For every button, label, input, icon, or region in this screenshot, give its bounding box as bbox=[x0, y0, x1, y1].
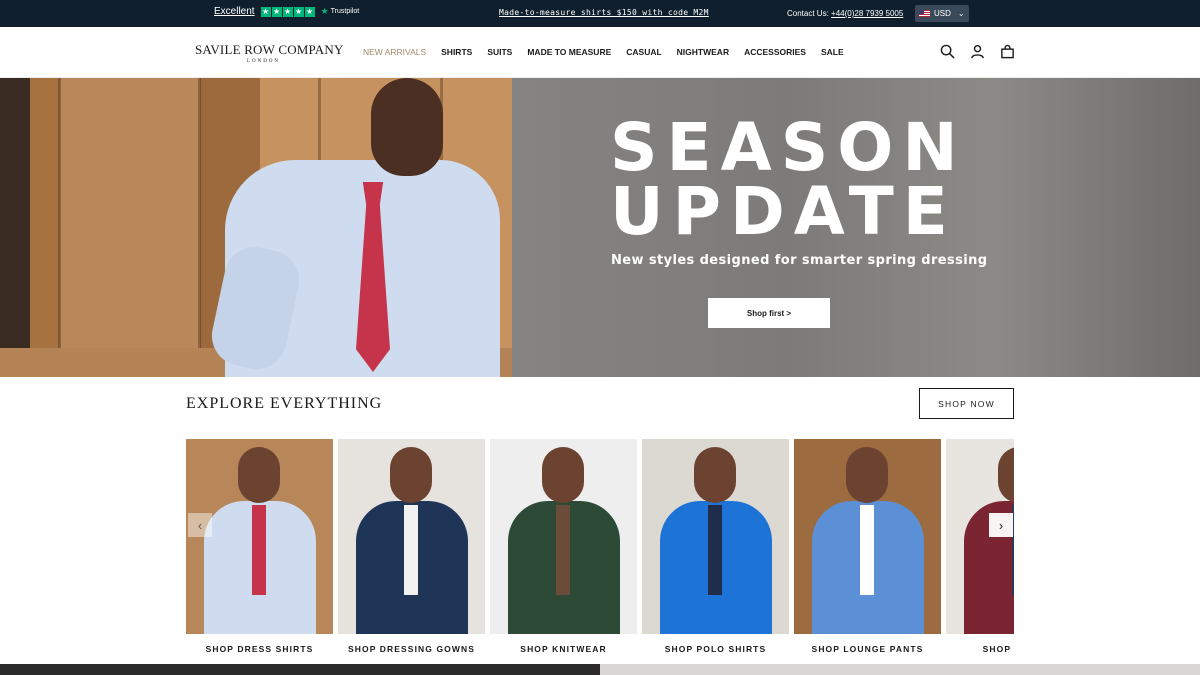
model-detail bbox=[860, 505, 874, 595]
category-label[interactable]: SHOP LOUNGE PANTS bbox=[794, 644, 941, 654]
category-label[interactable]: SHOP KNITWEAR bbox=[490, 644, 637, 654]
chevron-left-icon: ‹ bbox=[197, 517, 203, 533]
hero-model-head bbox=[371, 78, 443, 176]
hero-subtitle: New styles designed for smarter spring d… bbox=[611, 253, 988, 268]
trustpilot-star-icon: ★ bbox=[320, 6, 329, 16]
model-detail bbox=[404, 505, 418, 595]
account-icon[interactable] bbox=[970, 44, 985, 59]
model-head bbox=[694, 447, 736, 503]
nav-item-sale[interactable]: SALE bbox=[821, 47, 844, 57]
promo-link[interactable]: Made-to-measure shirts $150 with code M2… bbox=[499, 8, 709, 17]
star-icon: ★ bbox=[293, 6, 304, 17]
top-bar: Excellent ★ ★ ★ ★ ★ ★ Trustpilot Made-to-… bbox=[0, 0, 1200, 27]
model-head bbox=[846, 447, 888, 503]
category-card-casual[interactable]: SHOP CASUAL bbox=[946, 439, 1014, 654]
category-card-dress-shirts[interactable]: SHOP DRESS SHIRTS bbox=[186, 439, 333, 654]
category-image[interactable] bbox=[338, 439, 485, 634]
star-icon: ★ bbox=[260, 6, 271, 17]
trustpilot-stars: ★ ★ ★ ★ ★ bbox=[260, 6, 315, 17]
hero-photo bbox=[0, 78, 512, 377]
hero-cta-button[interactable]: Shop first > bbox=[708, 298, 830, 328]
header-icons bbox=[940, 44, 1015, 59]
nav-item-casual[interactable]: CASUAL bbox=[626, 47, 661, 57]
nav-item-new-arrivals[interactable]: NEW ARRIVALS bbox=[363, 47, 426, 57]
nav-item-accessories[interactable]: ACCESSORIES bbox=[744, 47, 806, 57]
currency-selector[interactable]: USD ⌄ bbox=[915, 5, 969, 22]
bag-icon[interactable] bbox=[1000, 44, 1015, 59]
trustpilot-logo: ★ Trustpilot bbox=[320, 6, 360, 16]
site-logo[interactable]: SAVILE ROW COMPANY LONDON bbox=[195, 42, 344, 64]
star-icon: ★ bbox=[271, 6, 282, 17]
hero-title-line1: SEASON bbox=[610, 109, 967, 186]
chevron-right-icon: › bbox=[998, 517, 1004, 533]
logo-wordmark: SAVILE ROW COMPANY bbox=[195, 42, 344, 57]
category-image[interactable] bbox=[794, 439, 941, 634]
chevron-down-icon: ⌄ bbox=[957, 9, 965, 18]
nav-item-nightwear[interactable]: NIGHTWEAR bbox=[677, 47, 729, 57]
section-title: EXPLORE EVERYTHING bbox=[186, 395, 383, 412]
model-detail bbox=[556, 505, 570, 595]
site-header: SAVILE ROW COMPANY LONDON NEW ARRIVALS S… bbox=[0, 27, 1200, 78]
nav-item-suits[interactable]: SUITS bbox=[487, 47, 512, 57]
category-card-lounge-pants[interactable]: SHOP LOUNGE PANTS bbox=[794, 439, 941, 654]
hero-banner[interactable]: SEASON UPDATE New styles designed for sm… bbox=[0, 78, 1200, 377]
contact-label: Contact Us: bbox=[787, 9, 829, 18]
category-image[interactable] bbox=[642, 439, 789, 634]
currency-value: USD bbox=[934, 9, 951, 18]
model-detail bbox=[252, 505, 266, 595]
logo-subtitle: LONDON bbox=[246, 59, 281, 64]
model-head bbox=[238, 447, 280, 503]
category-card-dressing-gowns[interactable]: SHOP DRESSING GOWNS bbox=[338, 439, 485, 654]
contact-phone-link[interactable]: +44(0)28 7939 5005 bbox=[831, 9, 903, 18]
model-head bbox=[542, 447, 584, 503]
trustpilot-widget[interactable]: Excellent ★ ★ ★ ★ ★ ★ Trustpilot bbox=[214, 6, 359, 17]
category-image[interactable] bbox=[490, 439, 637, 634]
model-head bbox=[998, 447, 1014, 503]
model-detail bbox=[708, 505, 722, 595]
star-icon: ★ bbox=[304, 6, 315, 17]
shop-now-button[interactable]: SHOP NOW bbox=[919, 388, 1014, 419]
search-icon[interactable] bbox=[940, 44, 955, 59]
main-nav: NEW ARRIVALS SHIRTS SUITS MADE TO MEASUR… bbox=[363, 47, 844, 57]
contact-info: Contact Us: +44(0)28 7939 5005 bbox=[787, 9, 903, 18]
nav-item-shirts[interactable]: SHIRTS bbox=[441, 47, 472, 57]
model-head bbox=[390, 447, 432, 503]
category-card-polo-shirts[interactable]: SHOP POLO SHIRTS bbox=[642, 439, 789, 654]
category-label[interactable]: SHOP DRESSING GOWNS bbox=[338, 644, 485, 654]
carousel-next-button[interactable]: › bbox=[989, 513, 1013, 537]
carousel-prev-button[interactable]: ‹ bbox=[188, 513, 212, 537]
category-card-knitwear[interactable]: SHOP KNITWEAR bbox=[490, 439, 637, 654]
category-label[interactable]: SHOP DRESS SHIRTS bbox=[186, 644, 333, 654]
wood-panel-line bbox=[58, 78, 61, 377]
wood-panel-line bbox=[198, 78, 201, 377]
category-label[interactable]: SHOP POLO SHIRTS bbox=[642, 644, 789, 654]
us-flag-icon bbox=[919, 10, 930, 17]
hero-title-line2: UPDATE bbox=[610, 173, 957, 250]
category-carousel: SHOP DRESS SHIRTS SHOP DRESSING GOWNS SHOP… bbox=[186, 439, 1014, 661]
next-section-preview bbox=[0, 664, 1200, 675]
hero-title: SEASON UPDATE bbox=[610, 109, 967, 250]
category-label[interactable]: SHOP CASUAL bbox=[946, 644, 1014, 654]
nav-item-made-to-measure[interactable]: MADE TO MEASURE bbox=[527, 47, 611, 57]
star-icon: ★ bbox=[282, 6, 293, 17]
trustpilot-rating[interactable]: Excellent bbox=[214, 6, 255, 17]
